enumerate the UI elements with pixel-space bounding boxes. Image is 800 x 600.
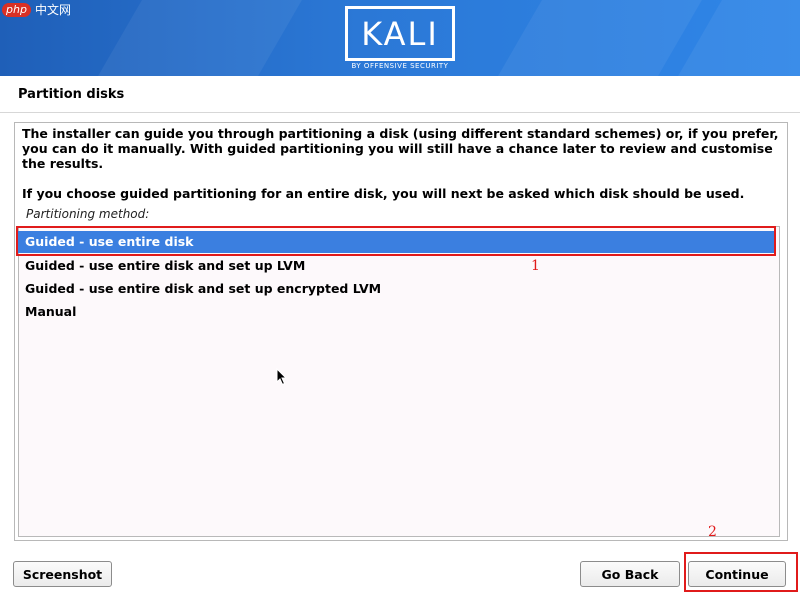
kali-banner: php 中文网 KALI BY OFFENSIVE SECURITY xyxy=(0,0,800,76)
watermark-site-name: 中文网 xyxy=(34,3,71,17)
banner-stripe xyxy=(98,0,302,76)
list-item-guided-entire-disk[interactable]: Guided - use entire disk xyxy=(18,231,776,253)
list-item-manual[interactable]: Manual xyxy=(18,301,776,323)
title-divider xyxy=(0,112,800,113)
continue-button[interactable]: Continue xyxy=(688,561,786,587)
kali-logo-text: KALI xyxy=(361,14,439,53)
kali-tagline: BY OFFENSIVE SECURITY xyxy=(351,62,449,70)
description-paragraph-1: The installer can guide you through part… xyxy=(22,126,779,171)
list-item-guided-lvm[interactable]: Guided - use entire disk and set up LVM xyxy=(18,255,776,277)
mouse-cursor-icon xyxy=(276,368,288,386)
watermark-php-logo: php xyxy=(2,2,31,17)
kali-logo: KALI xyxy=(345,6,455,61)
partitioning-method-label: Partitioning method: xyxy=(26,207,150,221)
description-paragraph-2: If you choose guided partitioning for an… xyxy=(22,186,745,201)
page-title: Partition disks xyxy=(18,87,125,102)
banner-stripe xyxy=(678,0,800,76)
banner-stripe xyxy=(498,0,702,76)
installer-window: php 中文网 KALI BY OFFENSIVE SECURITY Parti… xyxy=(0,0,800,600)
annotation-marker-1: 1 xyxy=(531,258,540,274)
watermark: php 中文网 xyxy=(2,1,71,18)
annotation-marker-2: 2 xyxy=(708,524,717,540)
go-back-button[interactable]: Go Back xyxy=(580,561,680,587)
screenshot-button[interactable]: Screenshot xyxy=(13,561,112,587)
list-item-guided-encrypted-lvm[interactable]: Guided - use entire disk and set up encr… xyxy=(18,278,776,300)
